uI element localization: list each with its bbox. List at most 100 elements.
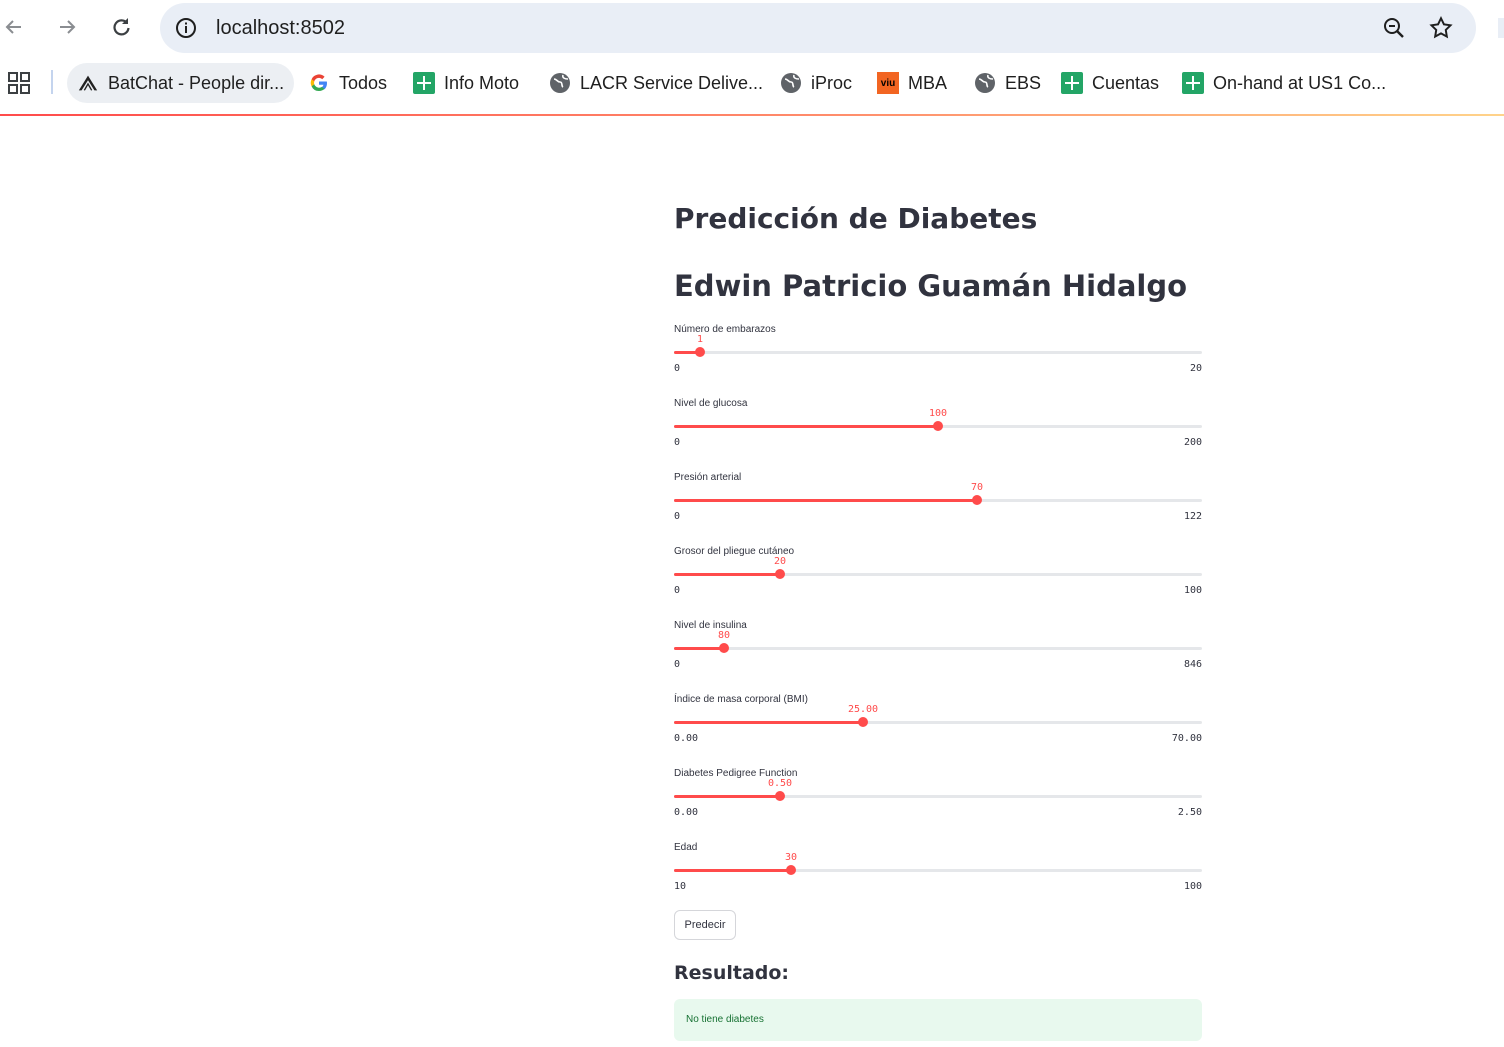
bookmark-todos[interactable]: Todos bbox=[308, 63, 387, 103]
slider-presion[interactable]: Presión arterial 70 0 122 bbox=[674, 472, 1202, 546]
result-success-alert: No tiene diabetes bbox=[674, 999, 1202, 1041]
slider-min: 0.00 bbox=[674, 807, 699, 818]
slider-max: 122 bbox=[1183, 511, 1202, 522]
slider-glucosa[interactable]: Nivel de glucosa 100 0 200 bbox=[674, 398, 1202, 472]
slider-pliegue[interactable]: Grosor del pliegue cutáneo 20 0 100 bbox=[674, 546, 1202, 620]
slider-value: 80 bbox=[717, 630, 731, 641]
slider-label: Número de embarazos bbox=[674, 324, 776, 335]
bookmark-on-hand[interactable]: On-hand at US1 Co... bbox=[1182, 63, 1386, 103]
bookmark-label: MBA bbox=[908, 72, 948, 93]
slider-edad[interactable]: Edad 30 10 100 bbox=[674, 842, 1202, 916]
bookmarks-bar: BatChat - People dir... Todos Info Moto … bbox=[0, 58, 1504, 108]
bookmark-cuentas[interactable]: Cuentas bbox=[1061, 63, 1159, 103]
slider-thumb[interactable] bbox=[695, 347, 705, 357]
globe-icon bbox=[549, 72, 571, 94]
slider-value: 100 bbox=[928, 408, 948, 419]
bookmark-label: Cuentas bbox=[1092, 72, 1160, 93]
slider-value: 1 bbox=[696, 334, 704, 345]
slider-max: 846 bbox=[1183, 659, 1202, 670]
slider-bmi[interactable]: Índice de masa corporal (BMI) 25.00 0.00… bbox=[674, 694, 1202, 768]
slider-thumb[interactable] bbox=[775, 791, 785, 801]
slider-min: 0 bbox=[674, 363, 681, 374]
slider-thumb[interactable] bbox=[933, 421, 943, 431]
bookmark-ebs[interactable]: EBS bbox=[974, 63, 1041, 103]
app-header-decoration bbox=[0, 114, 1504, 116]
slider-track[interactable] bbox=[674, 499, 1202, 502]
slider-value: 20 bbox=[773, 556, 787, 567]
slider-thumb[interactable] bbox=[775, 569, 785, 579]
bookmark-lacr-service[interactable]: LACR Service Delive... bbox=[549, 63, 763, 103]
slider-thumb[interactable] bbox=[858, 717, 868, 727]
site-info-icon[interactable] bbox=[174, 16, 198, 40]
bookmark-info-moto[interactable]: Info Moto bbox=[413, 63, 519, 103]
slider-label: Edad bbox=[674, 842, 698, 853]
bookmark-label: iProc bbox=[811, 72, 853, 93]
slider-max: 20 bbox=[1189, 363, 1202, 374]
slider-track[interactable] bbox=[674, 647, 1202, 650]
slider-min: 0 bbox=[674, 585, 681, 596]
slider-min: 0 bbox=[674, 437, 681, 448]
slider-fill bbox=[674, 425, 938, 428]
slider-fill bbox=[674, 647, 724, 650]
extension-edge bbox=[1498, 18, 1504, 38]
google-icon bbox=[308, 72, 330, 94]
slider-embarazos[interactable]: Número de embarazos 1 0 20 bbox=[674, 324, 1202, 398]
slider-value: 70 bbox=[970, 482, 984, 493]
bookmark-batchat[interactable]: BatChat - People dir... bbox=[67, 63, 295, 103]
bookmarks-separator bbox=[51, 70, 53, 94]
slider-thumb[interactable] bbox=[972, 495, 982, 505]
slider-fill bbox=[674, 573, 780, 576]
bookmark-label: On-hand at US1 Co... bbox=[1213, 72, 1387, 93]
reload-icon bbox=[113, 18, 130, 36]
slider-track[interactable] bbox=[674, 721, 1202, 724]
bookmark-label: Info Moto bbox=[444, 72, 520, 93]
slider-fill bbox=[674, 721, 863, 724]
slider-insulina[interactable]: Nivel de insulina 80 0 846 bbox=[674, 620, 1202, 694]
slider-fill bbox=[674, 795, 780, 798]
bookmark-label: EBS bbox=[1005, 72, 1042, 93]
slider-track[interactable] bbox=[674, 351, 1202, 354]
sheets-icon bbox=[413, 72, 435, 94]
slider-value: 25.00 bbox=[847, 704, 879, 715]
slider-max: 200 bbox=[1183, 437, 1202, 448]
slider-pedigree[interactable]: Diabetes Pedigree Function 0.50 0.00 2.5… bbox=[674, 768, 1202, 842]
browser-toolbar: localhost:8502 bbox=[0, 0, 1504, 56]
slider-thumb[interactable] bbox=[786, 865, 796, 875]
bookmark-label: Todos bbox=[339, 72, 388, 93]
result-text: No tiene diabetes bbox=[686, 1014, 764, 1025]
result-heading: Resultado: bbox=[674, 962, 790, 984]
slider-max: 100 bbox=[1183, 585, 1202, 596]
bookmark-label: LACR Service Delive... bbox=[580, 72, 764, 93]
slider-label: Índice de masa corporal (BMI) bbox=[674, 694, 808, 705]
address-bar[interactable]: localhost:8502 bbox=[160, 3, 1476, 53]
bookmark-iproc[interactable]: iProc bbox=[780, 63, 852, 103]
slider-track[interactable] bbox=[674, 869, 1202, 872]
viu-icon: viu bbox=[877, 72, 899, 94]
slider-fill bbox=[674, 499, 977, 502]
slider-value: 30 bbox=[784, 852, 798, 863]
slider-label: Presión arterial bbox=[674, 472, 742, 483]
slider-track[interactable] bbox=[674, 795, 1202, 798]
page-title: Predicción de Diabetes bbox=[674, 202, 1038, 235]
url-text[interactable]: localhost:8502 bbox=[216, 17, 345, 40]
slider-fill bbox=[674, 869, 791, 872]
back-button[interactable] bbox=[0, 10, 31, 44]
globe-icon bbox=[780, 72, 802, 94]
zoom-icon[interactable] bbox=[1382, 16, 1406, 40]
forward-button[interactable] bbox=[50, 10, 84, 44]
apps-grid-icon[interactable] bbox=[8, 72, 30, 94]
bookmark-label: BatChat - People dir... bbox=[108, 72, 285, 93]
slider-min: 10 bbox=[674, 881, 687, 892]
slider-track[interactable] bbox=[674, 573, 1202, 576]
slider-min: 0.00 bbox=[674, 733, 699, 744]
slider-label: Nivel de glucosa bbox=[674, 398, 748, 409]
back-arrow-icon bbox=[5, 20, 21, 34]
slider-max: 70.00 bbox=[1171, 733, 1202, 744]
slider-min: 0 bbox=[674, 659, 681, 670]
slider-thumb[interactable] bbox=[719, 643, 729, 653]
predict-button[interactable]: Predecir bbox=[674, 910, 736, 940]
reload-button[interactable] bbox=[104, 10, 138, 44]
slider-max: 100 bbox=[1183, 881, 1202, 892]
bookmark-star-icon[interactable] bbox=[1428, 15, 1454, 41]
bookmark-mba[interactable]: viu MBA bbox=[877, 63, 947, 103]
